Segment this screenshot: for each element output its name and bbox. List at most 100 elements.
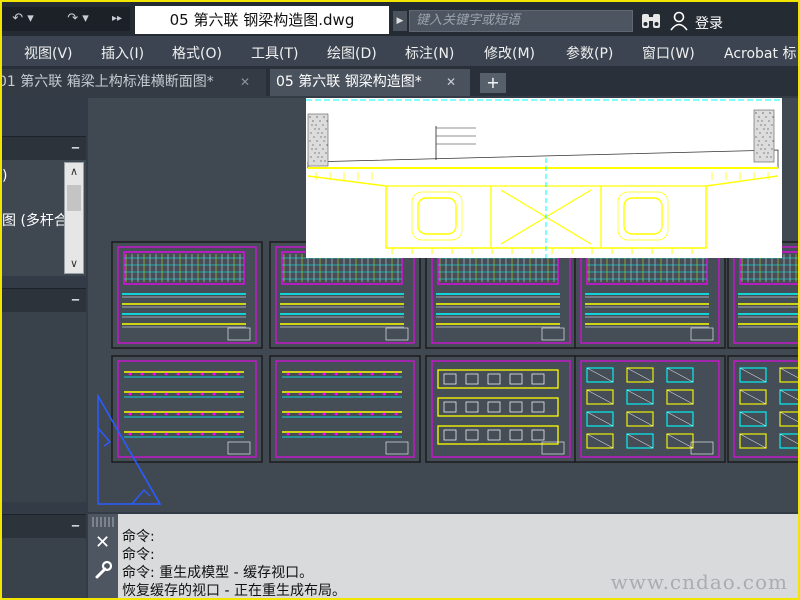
title-bar: ↶ ▾ ↷ ▾ ▸▸ 05 第六联 钢梁构造图.dwg ▶ 键入关键字或短语 登… — [2, 2, 798, 36]
stipple-dot — [316, 116, 318, 118]
bolt-mark — [236, 432, 240, 436]
collapse-icon[interactable]: – — [71, 515, 80, 537]
stipple-dot — [320, 160, 322, 162]
user-icon[interactable] — [669, 11, 689, 31]
close-icon[interactable]: ✕ — [95, 532, 110, 553]
stipple-dot — [317, 156, 319, 158]
bolt-mark — [334, 432, 338, 436]
menu-draw[interactable]: 绘图(D) — [327, 43, 377, 63]
stipple-dot — [321, 156, 323, 158]
bolt-mark — [128, 412, 132, 416]
stipple-dot — [757, 144, 759, 146]
bolt-mark — [310, 432, 314, 436]
bolt-mark — [310, 412, 314, 416]
stipple-dot — [322, 124, 324, 126]
bolt-mark — [200, 432, 204, 436]
bolt-mark — [140, 392, 144, 396]
menu-tools[interactable]: 工具(T) — [251, 43, 298, 63]
stipple-dot — [315, 124, 317, 126]
document-title: 05 第六联 钢梁构造图.dwg — [135, 6, 389, 34]
search-input[interactable]: 键入关键字或短语 — [409, 10, 633, 32]
menu-parameter[interactable]: 参数(P) — [566, 43, 613, 63]
palette-header-1[interactable]: – — [2, 136, 86, 160]
tab-cross-section-drawing[interactable]: 01 第六联 箱梁上构标准横断面图* ✕ — [2, 69, 266, 96]
bolt-mark — [310, 372, 314, 376]
bolt-mark — [152, 372, 156, 376]
bolt-mark — [224, 372, 228, 376]
undo-icon[interactable]: ↶ ▾ — [6, 9, 40, 29]
stipple-dot — [772, 116, 774, 118]
binoculars-icon[interactable] — [640, 11, 662, 31]
bolt-mark — [140, 412, 144, 416]
menu-insert[interactable]: 插入(I) — [101, 43, 144, 63]
stipple-dot — [762, 112, 764, 114]
menu-modify[interactable]: 修改(M) — [484, 43, 535, 63]
grip-handle[interactable] — [92, 517, 114, 527]
bolt-mark — [346, 432, 350, 436]
stipple-dot — [324, 160, 326, 162]
palette-scrollbar[interactable]: ∧ ∨ — [64, 162, 84, 274]
stipple-dot — [758, 140, 760, 142]
bolt-mark — [298, 372, 302, 376]
login-button[interactable]: 登录 — [695, 13, 723, 33]
collapse-icon[interactable]: – — [71, 137, 80, 159]
close-icon[interactable]: ✕ — [446, 69, 456, 96]
scroll-up-icon[interactable]: ∧ — [65, 163, 83, 181]
stipple-dot — [766, 156, 768, 158]
stipple-dot — [770, 156, 772, 158]
palette-header-2[interactable]: – — [2, 288, 86, 312]
stipple-dot — [310, 132, 312, 134]
drawing-sheets — [97, 98, 798, 505]
bolt-mark — [286, 412, 290, 416]
stipple-dot — [311, 148, 313, 150]
bolt-mark — [212, 392, 216, 396]
command-line: 命令: — [122, 547, 155, 563]
close-icon[interactable]: ✕ — [240, 69, 250, 96]
search-expand-arrow-icon[interactable]: ▶ — [393, 11, 407, 31]
tab-steel-beam-drawing[interactable]: 05 第六联 钢梁构造图* ✕ — [270, 69, 470, 96]
bolt-mark — [358, 432, 362, 436]
menu-dimension[interactable]: 标注(N) — [405, 43, 454, 63]
menu-view[interactable]: 视图(V) — [24, 43, 73, 63]
menu-format[interactable]: 格式(O) — [172, 43, 222, 63]
bolt-mark — [176, 412, 180, 416]
bolt-mark — [152, 412, 156, 416]
bolt-mark — [394, 392, 398, 396]
bolt-mark — [140, 372, 144, 376]
bolt-mark — [188, 432, 192, 436]
tab-label: 01 第六联 箱梁上构标准横断面图* — [2, 74, 214, 90]
scroll-down-icon[interactable]: ∨ — [65, 255, 83, 273]
stipple-dot — [756, 152, 758, 154]
bolt-mark — [370, 372, 374, 376]
palette-header-3[interactable]: – — [2, 514, 86, 538]
bolt-mark — [322, 392, 326, 396]
expand-icon[interactable]: ▸▸ — [108, 9, 126, 29]
menu-acrobat[interactable]: Acrobat 标 — [724, 43, 796, 63]
bolt-mark — [164, 372, 168, 376]
bolt-mark — [152, 392, 156, 396]
redo-icon[interactable]: ↷ ▾ — [54, 9, 102, 29]
bolt-mark — [298, 392, 302, 396]
collapse-icon[interactable]: – — [71, 289, 80, 311]
drawing-canvas[interactable] — [88, 98, 798, 512]
stipple-dot — [323, 140, 325, 142]
stipple-dot — [310, 156, 312, 158]
scroll-thumb[interactable] — [67, 185, 81, 211]
bolt-mark — [164, 392, 168, 396]
menu-window[interactable]: 窗口(W) — [642, 43, 695, 63]
bolt-mark — [322, 432, 326, 436]
new-tab-button[interactable]: + — [480, 73, 506, 93]
cross-section-sheet — [306, 98, 782, 258]
stipple-dot — [772, 140, 774, 142]
barrier — [753, 109, 775, 163]
bolt-mark — [236, 392, 240, 396]
stipple-dot — [755, 112, 757, 114]
stipple-dot — [320, 136, 322, 138]
stipple-dot — [764, 124, 766, 126]
bolt-mark — [382, 432, 386, 436]
bolt-mark — [128, 392, 132, 396]
stipple-dot — [759, 132, 761, 134]
bolt-mark — [212, 432, 216, 436]
tab-label: 05 第六联 钢梁构造图* — [276, 74, 422, 90]
wrench-icon[interactable] — [94, 560, 112, 580]
